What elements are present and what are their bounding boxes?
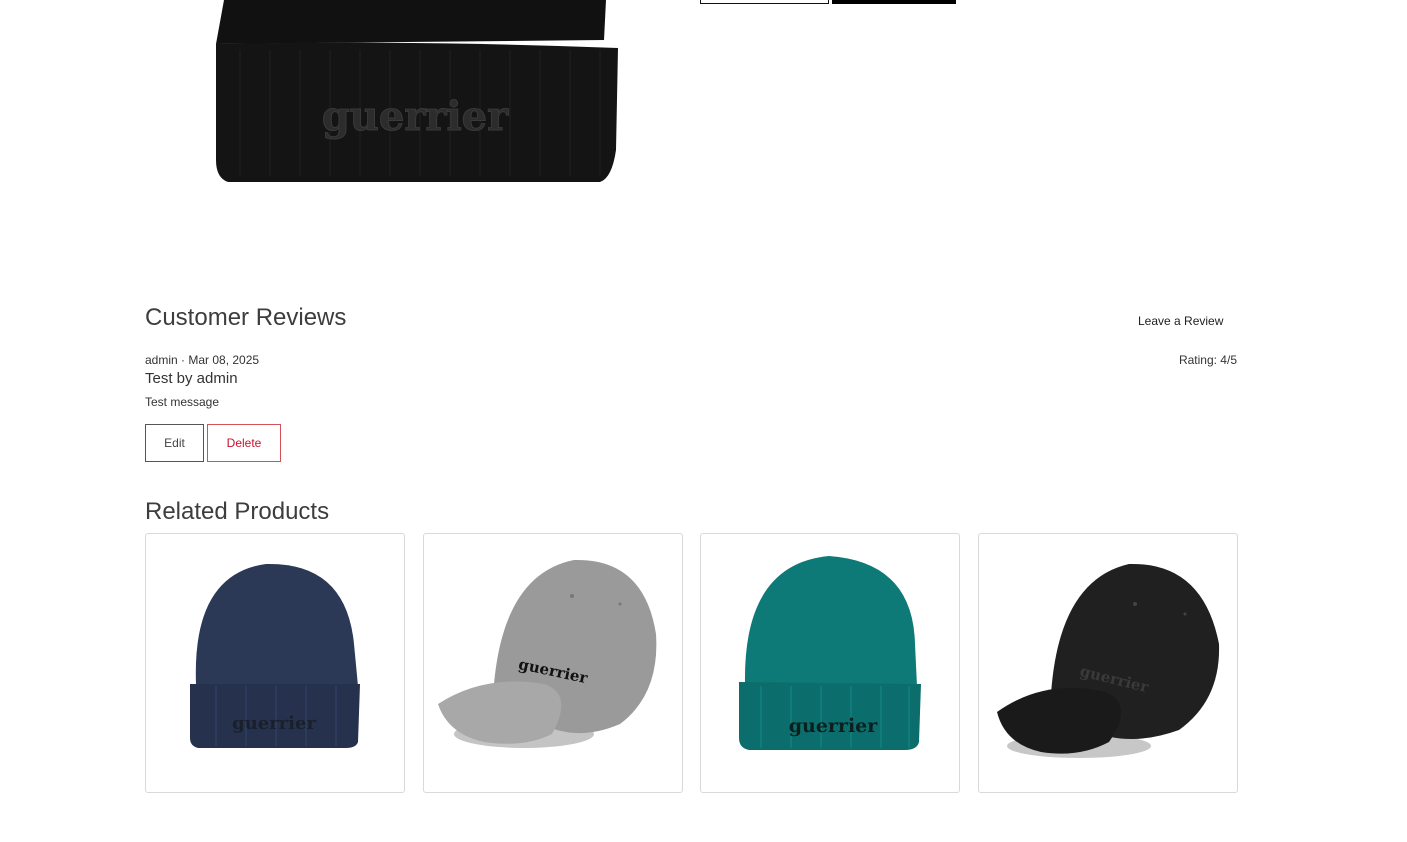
review-body: Test message [145, 395, 220, 409]
review-title: Test by admin [145, 370, 238, 387]
leave-review-button[interactable]: Leave a Review [1122, 310, 1239, 332]
black-cap-image: guerrier [997, 563, 1220, 758]
logo-text: guerrier [322, 93, 509, 140]
product-image: guerrier [200, 0, 640, 200]
teal-beanie-image: guerrier [739, 556, 921, 750]
navy-beanie-image: guerrier [190, 563, 360, 748]
delete-review-button[interactable]: Delete [207, 424, 281, 462]
edit-review-button[interactable]: Edit [145, 424, 204, 462]
grey-cap-image: guerrier [438, 559, 657, 748]
svg-text:guerrier: guerrier [232, 713, 316, 734]
secondary-action-button[interactable] [700, 0, 829, 4]
review-rating: Rating: 4/5 [1178, 353, 1237, 367]
primary-action-button[interactable] [832, 0, 956, 4]
reviews-heading: Customer Reviews [145, 304, 347, 331]
related-product-card[interactable]: guerrier [978, 533, 1238, 793]
related-products-heading: Related Products [145, 498, 330, 525]
black-beanie-image: guerrier [216, 0, 618, 182]
svg-text:guerrier: guerrier [789, 715, 879, 737]
related-product-card[interactable]: guerrier [145, 533, 405, 793]
related-product-card[interactable]: guerrier [423, 533, 683, 793]
related-product-card[interactable]: guerrier [700, 533, 960, 793]
review-meta: admin · Mar 08, 2025 [145, 353, 260, 367]
